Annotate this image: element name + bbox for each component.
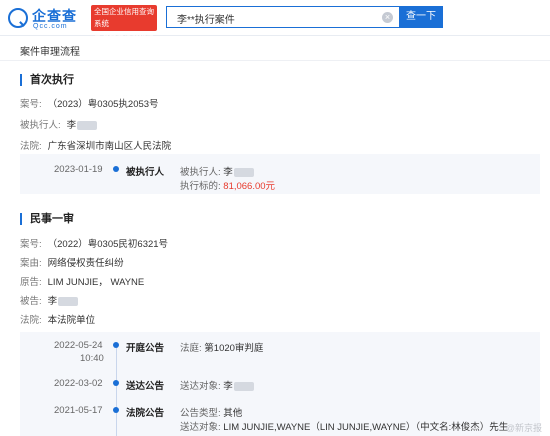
timeline-detail: 法庭: 第1020审判庭 [180,340,263,354]
case2-case-no: 案号: （2022）粤0305民初6321号 [20,236,168,250]
court-value[interactable]: 广东省深圳市南山区人民法院 [48,141,172,152]
case2-title: 民事一审 [20,213,74,225]
detail-label: 执行标的: [180,181,221,192]
detail-value[interactable]: 李 [223,167,233,178]
detail-label: 送达对象: [180,422,221,433]
search-button[interactable]: 查一下 [399,6,443,28]
case2-cause: 案由: 网络侵权责任纠纷 [20,255,124,269]
case1-case-no: 案号: （2023）粤0305执2053号 [20,96,159,110]
search-box: × [166,6,399,28]
redacted-name [233,167,254,177]
plaintiff-label: 原告: [20,277,42,288]
timeline-detail: 送达对象: 李 [180,378,254,392]
case2-timeline: 2022-05-24 10:40 开庭公告 法庭: 第1020审判庭 2022-… [20,332,540,436]
court-label: 法院: [20,315,42,326]
case-no-label: 案号: [20,99,42,110]
detail-label: 法庭: [180,343,202,354]
case1-defendant: 被执行人: 李 [20,117,98,131]
divider [0,60,550,61]
timeline-date: 2021-05-17 [54,405,103,416]
timeline-event: 法院公告 [126,408,165,419]
search-input[interactable] [177,11,377,25]
cause-label: 案由: [20,258,42,269]
court-label: 法院: [20,141,42,152]
redacted-name [58,296,79,306]
clear-icon[interactable]: × [382,12,393,23]
detail-value: LIM JUNJIE,WAYNE（LIN JUNJIE,WAYNE）（中文名:林… [223,422,509,433]
timeline-event: 送达公告 [126,381,165,392]
timeline-detail: 被执行人: 李 [180,164,254,178]
defendant-label: 被执行人: [20,120,61,131]
plaintiff-value[interactable]: LIM JUNJIE， WAYNE [48,277,145,288]
case1-court: 法院: 广东省深圳市南山区人民法院 [20,138,171,152]
timeline-dot [113,166,119,172]
detail-label: 送达对象: [180,381,221,392]
timeline-date: 2022-03-02 [54,378,103,389]
timeline-detail: 送达对象: LIM JUNJIE,WAYNE（LIN JUNJIE,WAYNE）… [180,419,508,433]
timeline-time: 10:40 [80,353,104,364]
detail-label: 被执行人: [180,167,221,178]
watermark: @新京报 [505,423,542,433]
redacted-name [233,381,254,391]
detail-value[interactable]: 李 [223,381,233,392]
case2-defendant: 被告: 李 [20,293,79,307]
timeline-event: 被执行人 [126,167,165,178]
timeline-detail: 执行标的: 81,066.00元 [180,178,275,192]
top-bar: 企查查 Qcc.com 全国企业信用查询系统 官方备案企业征信机构 × 查一下 [0,0,550,52]
case1-timeline: 2023-01-19 被执行人 被执行人: 李 执行标的: 81,066.00元 [20,154,540,194]
timeline-dot [113,342,119,348]
page-title: 案件审理流程 [20,47,80,58]
detail-label: 公告类型: [180,408,221,419]
timeline-event: 开庭公告 [126,343,165,354]
case1-title: 首次执行 [20,74,74,86]
timeline-date: 2023-01-19 [54,164,103,175]
defendant-value[interactable]: 李 [48,296,58,307]
promo-line-1: 全国企业信用查询系统 [94,7,154,28]
detail-value: 第1020审判庭 [204,343,264,354]
defendant-value[interactable]: 李 [67,120,77,131]
redacted-name [77,120,98,130]
timeline-line [116,348,117,436]
cause-value: 网络侵权责任纠纷 [47,258,124,269]
case-no-label: 案号: [20,239,42,250]
case-no-value[interactable]: （2023）粤0305执2053号 [48,99,159,110]
timeline-date: 2022-05-24 [54,340,103,351]
promo-line-2: 官方备案企业征信机构 [94,31,154,52]
timeline-dot [113,407,119,413]
case-no-value[interactable]: （2022）粤0305民初6321号 [48,239,168,250]
case2-plaintiff: 原告: LIM JUNJIE， WAYNE [20,274,144,288]
magnifier-logo-icon [8,8,28,28]
detail-value: 其他 [223,408,243,419]
court-value: 本法院单位 [47,315,96,326]
logo-subtext: Qcc.com [33,23,68,30]
amount-value: 81,066.00元 [223,181,276,192]
defendant-label: 被告: [20,296,42,307]
timeline-dot [113,380,119,386]
timeline-detail: 公告类型: 其他 [180,405,242,419]
qcc-logo[interactable]: 企查查 Qcc.com [8,6,86,32]
promo-badge: 全国企业信用查询系统 官方备案企业征信机构 [91,5,157,52]
case2-court: 法院: 本法院单位 [20,312,95,326]
